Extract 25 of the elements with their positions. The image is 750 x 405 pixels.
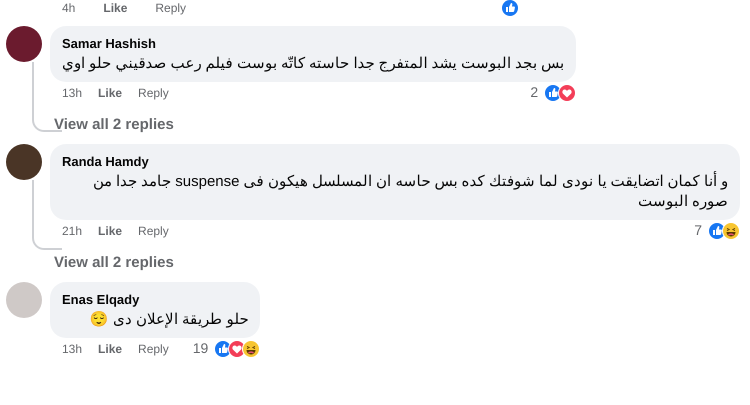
avatar[interactable] (6, 144, 42, 180)
author-name[interactable]: Samar Hashish (62, 34, 564, 54)
reaction-count: 7 (694, 221, 702, 240)
avatar[interactable] (6, 26, 42, 62)
comment-time: 21h (62, 222, 82, 240)
like-link[interactable]: Like (103, 0, 128, 17)
reply-link[interactable]: Reply (138, 222, 169, 240)
like-link[interactable]: Like (98, 340, 122, 358)
like-link[interactable]: Like (98, 222, 122, 240)
author-name[interactable]: Randa Hamdy (62, 152, 728, 172)
comment-text: حلو طريقة الإعلان دى 😌 (88, 310, 248, 330)
reaction-count: 2 (530, 83, 538, 102)
author-name[interactable]: Enas Elqady (62, 290, 248, 310)
comment-text: و أنا كمان اتضايقت يا نودى لما شوفتك كده بس حاسه ان المسلسل هيكون فى suspense جامد جدا من صوره البوست (92, 172, 728, 212)
comment-time: 13h (62, 84, 82, 102)
reaction-count: 19 (192, 339, 208, 358)
reply-link[interactable]: Reply (155, 0, 186, 17)
view-replies-link[interactable]: View all 2 replies (50, 114, 576, 136)
comment-time: 13h (62, 340, 82, 358)
like-link[interactable]: Like (98, 84, 122, 102)
comment-text: بس بجد البوست يشد المتفرج جدا حاسته كاتّه بوست فيلم رعب صدقيني حلو اوي (62, 54, 564, 74)
reply-link[interactable]: Reply (138, 84, 169, 102)
reply-link[interactable]: Reply (138, 340, 169, 358)
comment-time: 4h (62, 0, 76, 17)
view-replies-link[interactable]: View all 2 replies (50, 252, 740, 274)
